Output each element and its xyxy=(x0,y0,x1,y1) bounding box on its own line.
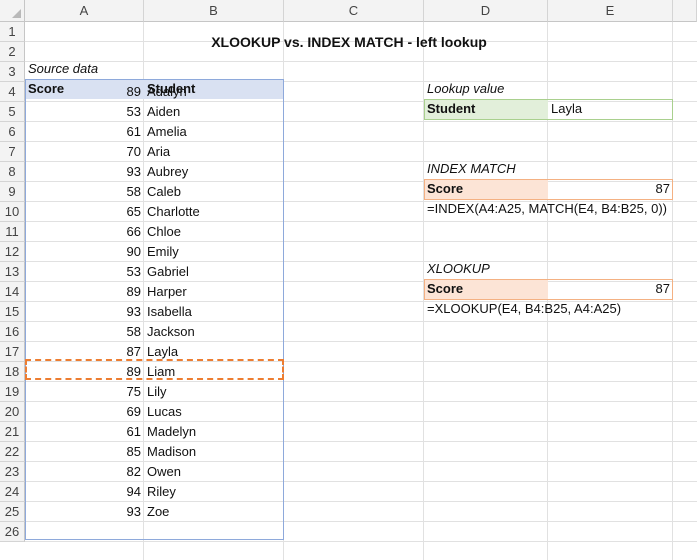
score-cell[interactable]: 61 xyxy=(25,122,144,142)
source-data-label[interactable]: Source data xyxy=(25,59,144,79)
xlookup-score-label[interactable]: Score xyxy=(424,279,548,299)
score-cell[interactable]: 85 xyxy=(25,442,144,462)
row-header[interactable]: 24 xyxy=(0,482,25,502)
score-cell[interactable]: 93 xyxy=(25,502,144,522)
student-cell[interactable]: Lucas xyxy=(144,402,283,422)
row-header[interactable]: 26 xyxy=(0,522,25,542)
row-gridline xyxy=(25,541,697,542)
score-cell[interactable]: 89 xyxy=(25,282,144,302)
row-header[interactable]: 7 xyxy=(0,142,25,162)
score-cell[interactable]: 89 xyxy=(25,362,144,382)
lookup-student-label[interactable]: Student xyxy=(424,99,548,119)
score-cell[interactable]: 61 xyxy=(25,422,144,442)
score-cell[interactable]: 87 xyxy=(25,342,144,362)
student-cell[interactable]: Gabriel xyxy=(144,262,283,282)
student-cell[interactable]: Madelyn xyxy=(144,422,283,442)
row-header[interactable]: 15 xyxy=(0,302,25,322)
column-header-e[interactable]: E xyxy=(548,0,673,22)
index-match-score-value[interactable]: 87 xyxy=(548,179,673,199)
student-cell[interactable]: Lily xyxy=(144,382,283,402)
student-cell[interactable]: Aria xyxy=(144,142,283,162)
score-cell[interactable]: 53 xyxy=(25,102,144,122)
student-cell[interactable]: Caleb xyxy=(144,182,283,202)
student-cell[interactable]: Jackson xyxy=(144,322,283,342)
score-cell[interactable]: 53 xyxy=(25,262,144,282)
row-header[interactable]: 4 xyxy=(0,82,25,102)
student-cell[interactable]: Zoe xyxy=(144,502,283,522)
sheet-title[interactable]: XLOOKUP vs. INDEX MATCH - left lookup xyxy=(144,32,554,52)
student-cell[interactable]: Riley xyxy=(144,482,283,502)
select-all-corner[interactable] xyxy=(0,0,25,22)
row-header[interactable]: 25 xyxy=(0,502,25,522)
row-header[interactable]: 3 xyxy=(0,62,25,82)
row-header[interactable]: 20 xyxy=(0,402,25,422)
student-cell[interactable]: Emily xyxy=(144,242,283,262)
row-header[interactable]: 21 xyxy=(0,422,25,442)
column-header-d[interactable]: D xyxy=(424,0,548,22)
row-header[interactable]: 8 xyxy=(0,162,25,182)
row-header[interactable]: 22 xyxy=(0,442,25,462)
student-cell[interactable]: Isabella xyxy=(144,302,283,322)
score-cell[interactable]: 70 xyxy=(25,142,144,162)
index-match-formula[interactable]: =INDEX(A4:A25, MATCH(E4, B4:B25, 0)) xyxy=(424,199,684,219)
score-cell[interactable]: 94 xyxy=(25,482,144,502)
column-gridline xyxy=(283,22,284,560)
index-match-heading[interactable]: INDEX MATCH xyxy=(424,159,548,179)
column-header-c[interactable]: C xyxy=(284,0,424,22)
lookup-student-value[interactable]: Layla xyxy=(548,99,673,119)
student-cell[interactable]: Layla xyxy=(144,342,283,362)
row-header[interactable]: 19 xyxy=(0,382,25,402)
row-header[interactable]: 12 xyxy=(0,242,25,262)
student-cell[interactable]: Harper xyxy=(144,282,283,302)
student-cell[interactable]: Aubrey xyxy=(144,162,283,182)
lookup-value-heading[interactable]: Lookup value xyxy=(424,79,548,99)
score-cell[interactable]: 65 xyxy=(25,202,144,222)
row-header[interactable]: 2 xyxy=(0,42,25,62)
score-cell[interactable]: 82 xyxy=(25,462,144,482)
score-cell[interactable]: 58 xyxy=(25,322,144,342)
student-cell[interactable]: Amelia xyxy=(144,122,283,142)
select-all-triangle-icon xyxy=(12,9,21,18)
index-match-score-label[interactable]: Score xyxy=(424,179,548,199)
student-cell[interactable]: Aiden xyxy=(144,102,283,122)
score-cell[interactable]: 69 xyxy=(25,402,144,422)
row-header[interactable]: 17 xyxy=(0,342,25,362)
score-cell[interactable]: 75 xyxy=(25,382,144,402)
score-cell[interactable]: 93 xyxy=(25,302,144,322)
xlookup-heading[interactable]: XLOOKUP xyxy=(424,259,548,279)
student-cell[interactable]: Charlotte xyxy=(144,202,283,222)
student-cell[interactable]: Adalyn xyxy=(144,82,283,102)
row-header[interactable]: 14 xyxy=(0,282,25,302)
row-header[interactable]: 6 xyxy=(0,122,25,142)
row-header[interactable]: 18 xyxy=(0,362,25,382)
score-cell[interactable]: 58 xyxy=(25,182,144,202)
row-header[interactable]: 23 xyxy=(0,462,25,482)
row-header[interactable]: 11 xyxy=(0,222,25,242)
row-header[interactable]: 1 xyxy=(0,22,25,42)
spreadsheet: ABCDE 1 2 3 4 5 6 7 8 9 10 11 12 13 14 15 16 17 18 19 20 21 2… xyxy=(0,0,697,560)
column-header-f[interactable] xyxy=(673,0,697,22)
column-header-b[interactable]: B xyxy=(144,0,284,22)
xlookup-formula[interactable]: =XLOOKUP(E4, B4:B25, A4:A25) xyxy=(424,299,684,319)
score-cell[interactable]: 66 xyxy=(25,222,144,242)
column-header-a[interactable]: A xyxy=(25,0,144,22)
score-cell[interactable]: 90 xyxy=(25,242,144,262)
xlookup-score-value[interactable]: 87 xyxy=(548,279,673,299)
row-header[interactable]: 16 xyxy=(0,322,25,342)
student-cell[interactable]: Liam xyxy=(144,362,283,382)
student-cell[interactable]: Madison xyxy=(144,442,283,462)
student-cell[interactable]: Chloe xyxy=(144,222,283,242)
row-header[interactable]: 10 xyxy=(0,202,25,222)
row-header[interactable]: 5 xyxy=(0,102,25,122)
score-cell[interactable]: 89 xyxy=(25,82,144,102)
student-cell[interactable]: Owen xyxy=(144,462,283,482)
row-header[interactable]: 9 xyxy=(0,182,25,202)
score-cell[interactable]: 93 xyxy=(25,162,144,182)
row-header[interactable]: 13 xyxy=(0,262,25,282)
